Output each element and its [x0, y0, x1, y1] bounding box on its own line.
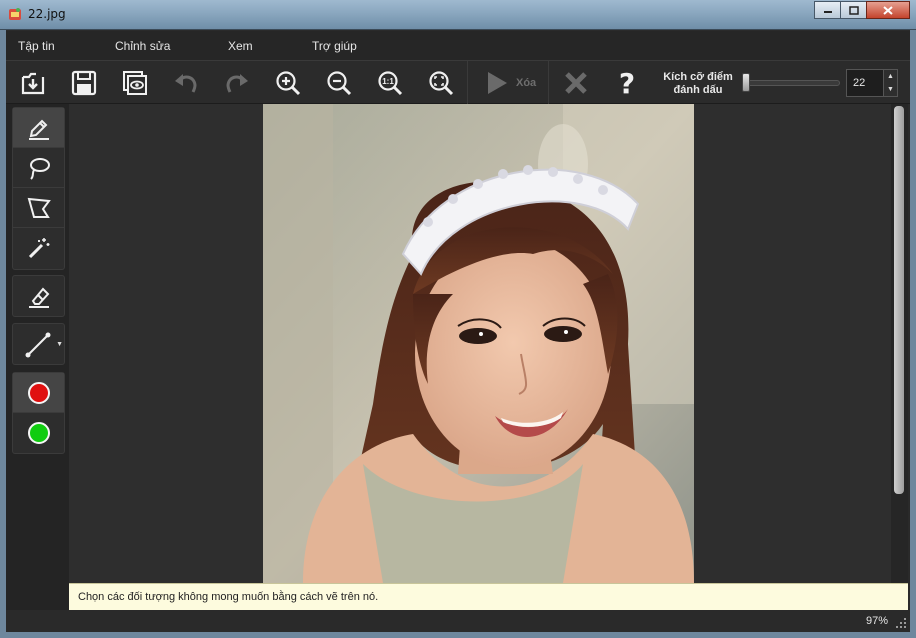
undo-icon [175, 74, 197, 93]
toolbar: 1:1 Xóa ? Kích cỡ điểm đánh dấu 22 ▲ ▼ [6, 60, 910, 105]
cancel-button[interactable] [558, 67, 594, 99]
help-icon: ? [618, 66, 636, 100]
vertical-scrollbar-thumb[interactable] [894, 106, 904, 494]
app-icon [9, 8, 21, 20]
status-bar: 97% [6, 610, 910, 632]
minimize-icon [823, 11, 832, 13]
redo-button[interactable] [219, 67, 255, 99]
maximize-button[interactable] [840, 1, 867, 19]
zoom-out-button[interactable] [321, 67, 357, 99]
magic-wand-icon [28, 238, 49, 259]
svg-text:1:1: 1:1 [382, 77, 394, 86]
vertical-scrollbar[interactable] [891, 104, 908, 583]
menu-edit[interactable]: Chỉnh sửa [115, 39, 170, 53]
marker-color-group [12, 372, 65, 454]
toolbar-separator [548, 61, 549, 105]
cancel-x-icon [565, 72, 587, 94]
menu-help[interactable]: Trợ giúp [312, 39, 357, 53]
preview-icon [123, 71, 147, 95]
run-label[interactable]: Xóa [516, 77, 536, 89]
zoom-actual-size-button[interactable]: 1:1 [372, 67, 408, 99]
close-icon [883, 5, 893, 15]
open-icon [21, 72, 45, 95]
marker-size-slider[interactable] [744, 80, 840, 86]
zoom-out-icon [327, 71, 352, 96]
close-button[interactable] [866, 1, 910, 19]
menu-file[interactable]: Tập tin [18, 39, 55, 53]
run-button[interactable] [478, 67, 514, 99]
line-tool-group: ▼ [12, 323, 65, 365]
eraser-tool-group [12, 275, 65, 317]
lasso-tool[interactable] [13, 148, 64, 188]
window-title: 22.jpg [28, 7, 66, 21]
marker-size-label: Kích cỡ điểm đánh dấu [663, 71, 733, 96]
preview-button[interactable] [117, 67, 153, 99]
save-button[interactable] [66, 67, 102, 99]
green-marker-swatch [27, 422, 50, 444]
open-button[interactable] [15, 67, 51, 99]
title-bar[interactable]: 22.jpg [0, 0, 916, 30]
minimize-button[interactable] [814, 1, 841, 19]
eraser-icon [28, 287, 49, 308]
polygon-lasso-icon [27, 197, 51, 218]
zoom-actual-size-icon: 1:1 [378, 71, 403, 96]
tool-panel: ▼ [6, 104, 69, 632]
play-icon [488, 72, 507, 94]
resize-grip-icon[interactable] [896, 618, 906, 628]
eraser-tool[interactable] [13, 276, 64, 316]
marker-size-spinner[interactable]: ▲ ▼ [884, 69, 898, 97]
menu-bar: Tập tin Chỉnh sửa Xem Trợ giúp [6, 31, 910, 60]
zoom-in-icon [276, 71, 301, 96]
pencil-marker-tool[interactable] [13, 108, 64, 148]
selection-tools [12, 107, 65, 270]
polygon-lasso-tool[interactable] [13, 188, 64, 228]
pencil-marker-icon [28, 119, 49, 140]
line-tool-dropdown-arrow[interactable]: ▼ [56, 341, 63, 348]
magic-wand-tool[interactable] [13, 228, 64, 268]
green-marker-button[interactable] [13, 413, 64, 453]
menu-view[interactable]: Xem [228, 39, 253, 53]
red-marker-button[interactable] [13, 373, 64, 413]
zoom-in-button[interactable] [270, 67, 306, 99]
undo-button[interactable] [168, 67, 204, 99]
red-marker-swatch [27, 381, 50, 404]
maximize-icon [848, 5, 859, 15]
toolbar-separator [467, 61, 468, 105]
line-tool[interactable]: ▼ [13, 324, 64, 364]
save-icon [71, 70, 97, 96]
image-canvas[interactable] [69, 104, 891, 583]
zoom-level: 97% [865, 615, 888, 627]
zoom-fit-button[interactable] [423, 67, 459, 99]
zoom-fit-icon [429, 71, 454, 96]
marker-size-input[interactable]: 22 [846, 69, 884, 97]
window-frame-right [910, 30, 916, 638]
marker-size-slider-thumb[interactable] [742, 73, 750, 92]
redo-icon [226, 74, 248, 93]
window-frame-bottom [0, 632, 916, 638]
hint-bar: Chọn các đối tượng không mong muốn bằng … [69, 583, 908, 610]
lasso-icon [29, 157, 50, 180]
photo[interactable] [263, 104, 694, 583]
help-button[interactable]: ? [609, 66, 645, 100]
line-tool-icon [25, 332, 50, 358]
